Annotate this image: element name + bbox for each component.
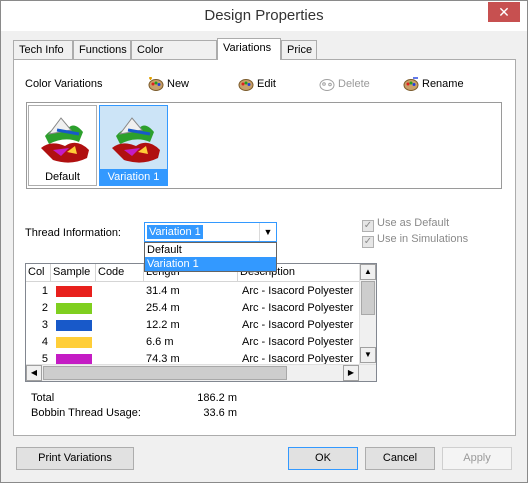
delete-button-label: Delete [338, 78, 370, 90]
horizontal-scrollbar[interactable]: ◀ ▶ [26, 364, 376, 381]
title-bar: Design Properties ✕ [1, 1, 527, 31]
cell-description: Arc - Isacord Polyester [242, 285, 354, 297]
new-button[interactable]: New [148, 75, 189, 93]
use-in-simulations-checkbox[interactable]: ✓ Use in Simulations [362, 232, 469, 248]
cell-length: 12.2 m [146, 319, 180, 331]
scroll-right-icon[interactable]: ▶ [343, 365, 359, 381]
thread-information-dropdown: Default Variation 1 [144, 242, 277, 272]
delete-button[interactable]: Delete [319, 75, 370, 93]
new-palette-icon [148, 77, 164, 92]
design-preview-icon [112, 117, 160, 163]
thread-table: Col Sample Code Length Description 1 31.… [25, 263, 377, 382]
close-button[interactable]: ✕ [488, 2, 520, 22]
tab-variations[interactable]: Variations [217, 38, 281, 60]
variations-list: Default Variation 1 [26, 102, 502, 189]
use-as-default-label: Use as Default [377, 217, 450, 229]
design-preview-icon [41, 117, 89, 163]
window-title: Design Properties [204, 7, 324, 24]
scroll-down-icon[interactable]: ▼ [360, 347, 376, 363]
total-value: 186.2 m [197, 392, 237, 404]
ok-button[interactable]: OK [288, 447, 358, 470]
delete-palette-icon [319, 79, 335, 92]
cell-col: 4 [41, 336, 48, 348]
print-variations-button[interactable]: Print Variations [16, 447, 134, 470]
dropdown-option-variation-1[interactable]: Variation 1 [145, 257, 276, 271]
bobbin-thread-usage-label: Bobbin Thread Usage: [31, 407, 141, 419]
cancel-button[interactable]: Cancel [365, 447, 435, 470]
cell-description: Arc - Isacord Polyester [242, 319, 354, 331]
tab-color-sequence[interactable]: Color Sequence [131, 40, 217, 74]
variation-thumbnail-default[interactable]: Default [28, 105, 97, 186]
cell-length: 25.4 m [146, 302, 180, 314]
variation-label: Default [29, 169, 96, 185]
dropdown-option-default[interactable]: Default [145, 243, 276, 257]
color-swatch [56, 337, 92, 348]
tab-functions[interactable]: Functions [73, 40, 131, 59]
variation-thumbnail-variation-1[interactable]: Variation 1 [99, 105, 168, 186]
table-row[interactable]: 2 25.4 m Arc - Isacord Polyester [26, 300, 360, 317]
variation-label: Variation 1 [100, 169, 167, 185]
cell-col: 1 [41, 285, 48, 297]
edit-button[interactable]: Edit [238, 75, 276, 93]
color-swatch [56, 286, 92, 297]
column-header-sample[interactable]: Sample [51, 264, 96, 282]
table-row[interactable]: 4 6.6 m Arc - Isacord Polyester [26, 334, 360, 351]
thread-information-select[interactable]: Variation 1 ▼ [144, 222, 277, 242]
rename-button[interactable]: Rename [403, 75, 464, 93]
use-in-simulations-label: Use in Simulations [377, 233, 469, 245]
scroll-left-icon[interactable]: ◀ [26, 365, 42, 381]
total-label: Total [31, 392, 55, 404]
table-row[interactable]: 1 31.4 m Arc - Isacord Polyester [26, 283, 360, 300]
thread-information-value: Variation 1 [147, 225, 203, 239]
edit-button-label: Edit [257, 78, 276, 90]
checkmark-icon: ✓ [362, 236, 374, 248]
edit-palette-icon [238, 79, 254, 92]
vertical-scrollbar[interactable]: ▲ ▼ [359, 264, 376, 364]
horizontal-scroll-thumb[interactable] [43, 366, 287, 380]
color-variations-label: Color Variations [25, 78, 103, 90]
table-row[interactable]: 3 12.2 m Arc - Isacord Polyester [26, 317, 360, 334]
cell-col: 2 [41, 302, 48, 314]
vertical-scroll-thumb[interactable] [361, 281, 375, 315]
rename-palette-icon [403, 77, 419, 92]
cell-col: 3 [41, 319, 48, 331]
new-button-label: New [167, 78, 190, 90]
color-swatch [56, 303, 92, 314]
tab-price[interactable]: Price [281, 40, 317, 59]
thread-information-label: Thread Information: [25, 227, 121, 239]
tab-tech-info[interactable]: Tech Info [13, 40, 73, 59]
design-properties-dialog: Design Properties ✕ Tech Info Functions … [0, 0, 528, 483]
checkmark-icon: ✓ [362, 220, 374, 232]
use-as-default-checkbox[interactable]: ✓ Use as Default [362, 216, 450, 232]
chevron-down-icon[interactable]: ▼ [259, 223, 276, 241]
scroll-up-icon[interactable]: ▲ [360, 264, 376, 280]
column-header-col[interactable]: Col [26, 264, 51, 282]
bobbin-thread-usage-value: 33.6 m [203, 407, 237, 419]
cell-description: Arc - Isacord Polyester [242, 302, 354, 314]
cell-length: 31.4 m [146, 285, 180, 297]
apply-button[interactable]: Apply [442, 447, 512, 470]
column-header-code[interactable]: Code [96, 264, 144, 282]
cell-length: 6.6 m [146, 336, 174, 348]
color-swatch [56, 320, 92, 331]
cell-description: Arc - Isacord Polyester [242, 336, 354, 348]
rename-button-label: Rename [422, 78, 464, 90]
